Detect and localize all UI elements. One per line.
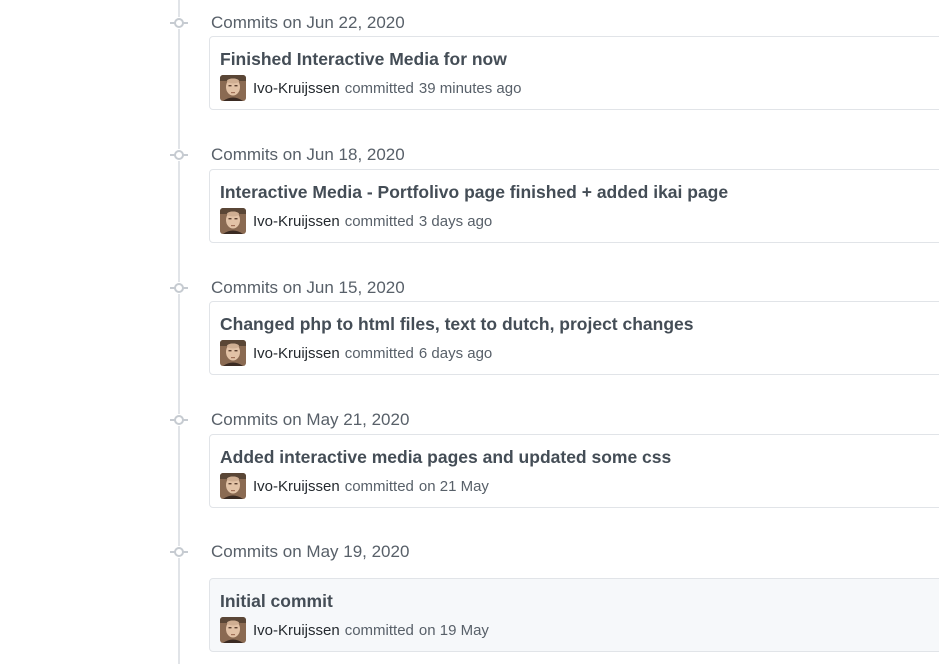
commit-group-date: Commits on Jun 15, 2020 (211, 278, 405, 297)
commit-author-link[interactable]: Ivo-Kruijssen (253, 80, 340, 97)
user-avatar[interactable] (220, 617, 246, 643)
commit-author-link[interactable]: Ivo-Kruijssen (253, 345, 340, 362)
commit-group-header: Commits on Jun 22, 2020 (0, 11, 600, 35)
commit-group-header: Commits on May 21, 2020 (0, 408, 600, 432)
commit-time: 6 days ago (418, 344, 493, 362)
committed-label: committed (344, 344, 414, 362)
user-avatar[interactable] (220, 208, 246, 234)
commit-time: 39 minutes ago (418, 79, 522, 97)
commit-author-link[interactable]: Ivo-Kruijssen (253, 478, 340, 495)
git-commit-icon (170, 282, 188, 294)
user-avatar[interactable] (220, 473, 246, 499)
committed-label: committed (344, 79, 414, 97)
commit-title-link[interactable]: Changed php to html files, text to dutch… (220, 314, 694, 335)
user-avatar[interactable] (220, 75, 246, 101)
commit-time: on 21 May (418, 477, 489, 495)
commit-group-date: Commits on May 19, 2020 (211, 542, 410, 561)
commit-author-link[interactable]: Ivo-Kruijssen (253, 213, 340, 230)
commit-item: Interactive Media - Portfolivo page fini… (209, 169, 939, 243)
commit-group-header: Commits on Jun 18, 2020 (0, 143, 600, 167)
commit-title-link[interactable]: Added interactive media pages and update… (220, 447, 671, 468)
commit-group-header: Commits on May 19, 2020 (0, 540, 600, 564)
timeline-line (178, 0, 180, 664)
commit-title-link[interactable]: Finished Interactive Media for now (220, 49, 507, 70)
commit-time: on 19 May (418, 621, 489, 639)
user-avatar[interactable] (220, 340, 246, 366)
commit-group-date: Commits on May 21, 2020 (211, 410, 410, 429)
commit-meta: Ivo-Kruijssen committed on 19 May (220, 617, 489, 643)
git-commit-icon (170, 17, 188, 29)
committed-label: committed (344, 477, 414, 495)
git-commit-icon (170, 414, 188, 426)
commit-meta: Ivo-Kruijssen committed on 21 May (220, 473, 489, 499)
commit-meta: Ivo-Kruijssen committed 3 days ago (220, 208, 492, 234)
committed-label: committed (344, 212, 414, 230)
commit-history: Commits on Jun 22, 2020 Finished Interac… (0, 0, 939, 664)
git-commit-icon (170, 546, 188, 558)
commit-author-link[interactable]: Ivo-Kruijssen (253, 622, 340, 639)
commit-group-date: Commits on Jun 18, 2020 (211, 145, 405, 164)
commit-group-date: Commits on Jun 22, 2020 (211, 13, 405, 32)
commit-meta: Ivo-Kruijssen committed 6 days ago (220, 340, 492, 366)
commit-meta: Ivo-Kruijssen committed 39 minutes ago (220, 75, 521, 101)
git-commit-icon (170, 149, 188, 161)
commit-item: Finished Interactive Media for now Ivo-K… (209, 36, 939, 110)
commit-item: Initial commit Ivo-Kruijssen committed o… (209, 578, 939, 652)
commit-time: 3 days ago (418, 212, 493, 230)
commit-title-link[interactable]: Interactive Media - Portfolivo page fini… (220, 182, 728, 203)
commit-group-header: Commits on Jun 15, 2020 (0, 276, 600, 300)
committed-label: committed (344, 621, 414, 639)
commit-item: Changed php to html files, text to dutch… (209, 301, 939, 375)
commit-title-link[interactable]: Initial commit (220, 591, 333, 612)
commit-item: Added interactive media pages and update… (209, 434, 939, 508)
